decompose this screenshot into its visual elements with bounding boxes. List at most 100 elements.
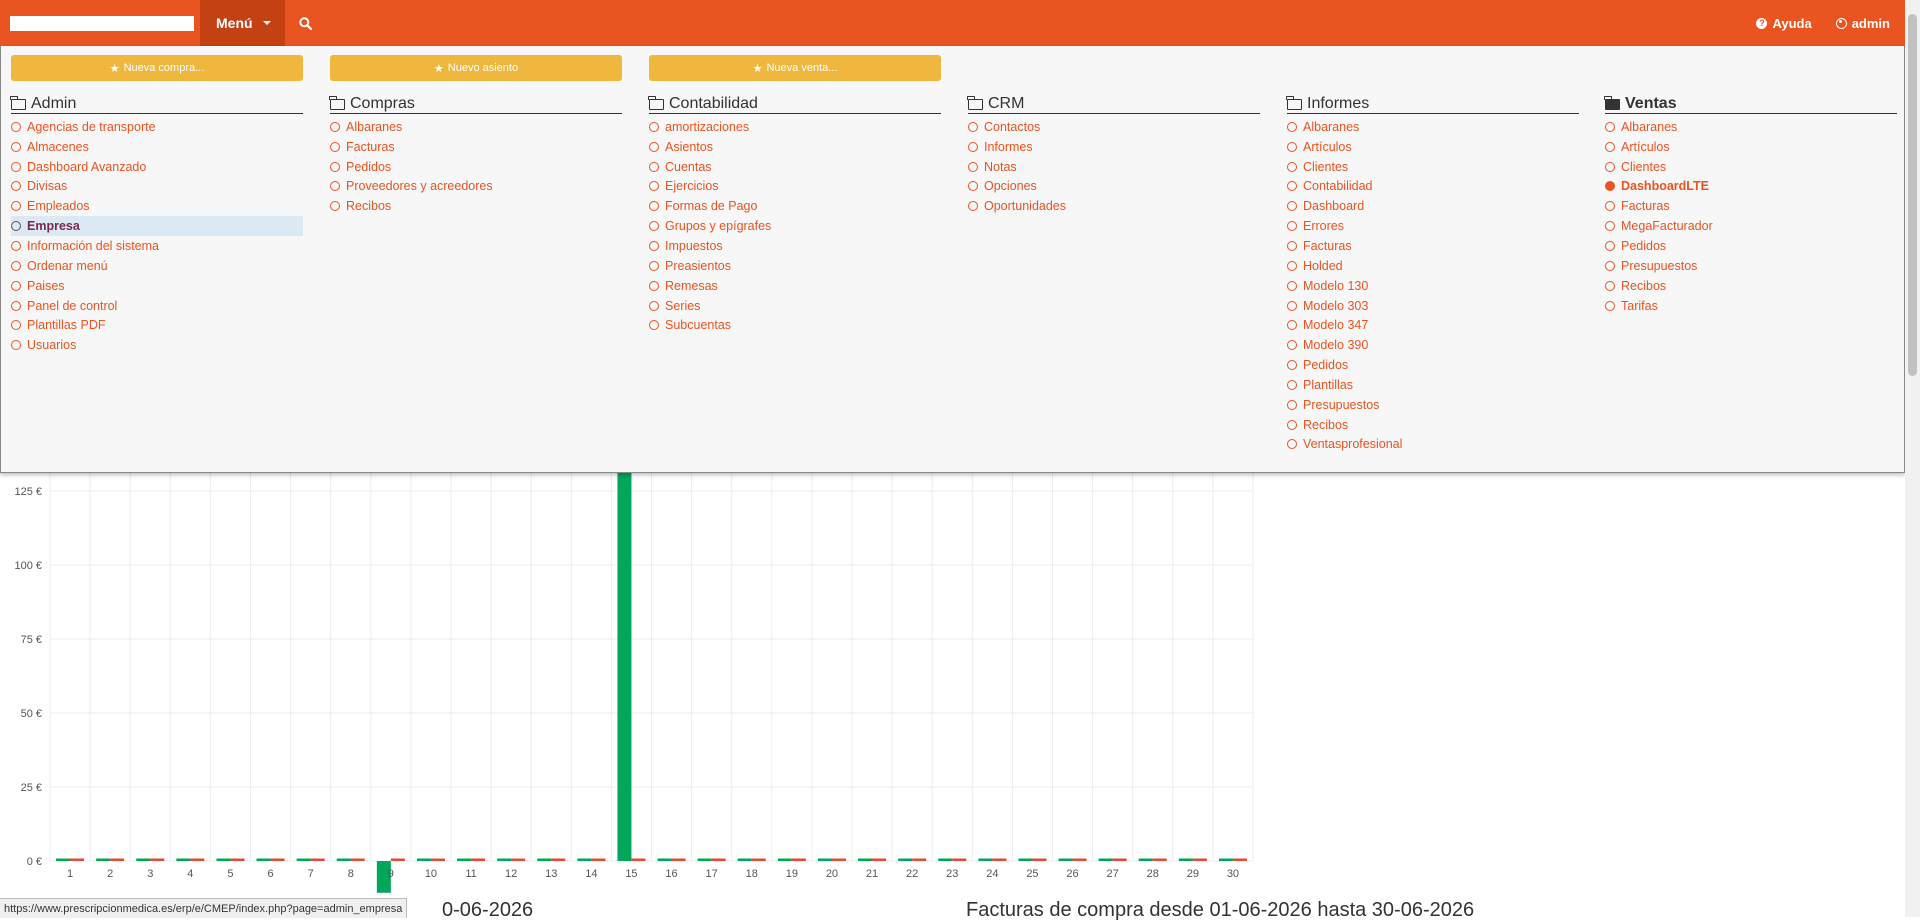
menu-item[interactable]: Informes bbox=[968, 137, 1260, 157]
menu-item[interactable]: Subcuentas bbox=[649, 315, 941, 335]
menu-item-label: Asientos bbox=[665, 139, 713, 154]
menu-item[interactable]: Paises bbox=[11, 276, 303, 296]
menu-item[interactable]: Remesas bbox=[649, 276, 941, 296]
search-button[interactable] bbox=[285, 0, 327, 46]
menu-item-label: Subcuentas bbox=[665, 318, 732, 333]
menu-item[interactable]: Albaranes bbox=[1605, 117, 1897, 137]
quick-action-button[interactable]: ★ Nueva venta... bbox=[649, 55, 941, 81]
menu-item[interactable]: Divisas bbox=[11, 177, 303, 197]
user-menu[interactable]: admin bbox=[1835, 16, 1890, 31]
menu-item-label: Oportunidades bbox=[984, 199, 1067, 214]
menu-item[interactable]: Series bbox=[649, 296, 941, 316]
menu-item[interactable]: Ventasprofesional bbox=[1287, 435, 1579, 455]
menu-column-header[interactable]: Informes bbox=[1286, 95, 1579, 114]
menu-column-header[interactable]: Compras bbox=[329, 95, 622, 114]
menu-item[interactable]: Plantillas PDF bbox=[11, 315, 303, 335]
menu-item[interactable]: Contabilidad bbox=[1287, 177, 1579, 197]
circle-icon bbox=[11, 260, 21, 271]
scrollbar-thumb[interactable] bbox=[1908, 14, 1917, 376]
circle-icon bbox=[1287, 161, 1297, 172]
menu-item[interactable]: Dashboard Avanzado bbox=[11, 157, 303, 177]
menu-item-label: Usuarios bbox=[27, 338, 77, 353]
menu-item[interactable]: Cuentas bbox=[649, 157, 941, 177]
bar bbox=[872, 858, 887, 861]
menu-item[interactable]: Información del sistema bbox=[11, 236, 303, 256]
circle-icon bbox=[11, 141, 21, 152]
menu-dropdown-button[interactable]: Menú bbox=[200, 0, 285, 46]
menu-item[interactable]: Clientes bbox=[1605, 157, 1897, 177]
menu-item[interactable]: Modelo 130 bbox=[1287, 276, 1579, 296]
menu-item[interactable]: Pedidos bbox=[1287, 355, 1579, 375]
menu-item[interactable]: Pedidos bbox=[1605, 236, 1897, 256]
top-navbar: Menú ? Ayuda admin bbox=[0, 0, 1920, 46]
quick-action-button[interactable]: ★ Nueva compra... bbox=[11, 55, 303, 81]
menu-item[interactable]: Modelo 303 bbox=[1287, 296, 1579, 316]
menu-item[interactable]: Facturas bbox=[330, 137, 622, 157]
help-link[interactable]: ? Ayuda bbox=[1756, 16, 1812, 31]
circle-icon bbox=[330, 121, 340, 132]
menu-item[interactable]: Tarifas bbox=[1605, 296, 1897, 316]
menu-item[interactable]: Ordenar menú bbox=[11, 256, 303, 276]
menu-item[interactable]: Ejercicios bbox=[649, 177, 941, 197]
menu-item[interactable]: Proveedores y acreedores bbox=[330, 177, 622, 197]
menu-item[interactable]: Opciones bbox=[968, 177, 1260, 197]
menu-item[interactable]: Holded bbox=[1287, 256, 1579, 276]
daily-bar-chart: 0 €25 €50 €75 €100 €125 €1 2 3 4 5 6 7 8 9 10 11 12… bbox=[14, 473, 1254, 893]
circle-icon bbox=[1605, 260, 1615, 271]
page-scrollbar[interactable] bbox=[1905, 0, 1920, 917]
menu-item-label: Grupos y epígrafes bbox=[665, 219, 772, 234]
menu-item[interactable]: Errores bbox=[1287, 216, 1579, 236]
menu-item-label: Albaranes bbox=[346, 119, 403, 134]
menu-column-header[interactable]: Contabilidad bbox=[648, 95, 941, 114]
x-tick-label: 25 bbox=[1026, 868, 1038, 880]
brand-logo[interactable] bbox=[0, 0, 200, 46]
bar bbox=[471, 858, 486, 861]
menu-item[interactable]: Impuestos bbox=[649, 236, 941, 256]
menu-item[interactable]: Modelo 390 bbox=[1287, 335, 1579, 355]
menu-item[interactable]: Artículos bbox=[1287, 137, 1579, 157]
menu-item[interactable]: Grupos y epígrafes bbox=[649, 216, 941, 236]
menu-item[interactable]: Modelo 347 bbox=[1287, 315, 1579, 335]
menu-item[interactable]: Facturas bbox=[1605, 196, 1897, 216]
menu-item[interactable]: Asientos bbox=[649, 137, 941, 157]
menu-item[interactable]: Presupuestos bbox=[1287, 395, 1579, 415]
menu-item[interactable]: Panel de control bbox=[11, 296, 303, 316]
menu-item[interactable]: Empleados bbox=[11, 196, 303, 216]
menu-item[interactable]: Albaranes bbox=[330, 117, 622, 137]
menu-item[interactable]: Almacenes bbox=[11, 137, 303, 157]
menu-item-label: Holded bbox=[1303, 258, 1343, 273]
menu-item[interactable]: Recibos bbox=[1605, 276, 1897, 296]
quick-action-button[interactable]: ★ Nuevo asiento bbox=[330, 55, 622, 81]
menu-item[interactable]: Artículos bbox=[1605, 137, 1897, 157]
menu-item[interactable]: Recibos bbox=[330, 196, 622, 216]
menu-item[interactable]: MegaFacturador bbox=[1605, 216, 1897, 236]
menu-item[interactable]: Agencias de transporte bbox=[11, 117, 303, 137]
menu-item-label: Series bbox=[665, 298, 701, 313]
menu-item[interactable]: Oportunidades bbox=[968, 196, 1260, 216]
menu-item[interactable]: Usuarios bbox=[11, 335, 303, 355]
menu-item[interactable]: Presupuestos bbox=[1605, 256, 1897, 276]
menu-item[interactable]: Dashboard bbox=[1287, 196, 1579, 216]
menu-item[interactable]: Preasientos bbox=[649, 256, 941, 276]
menu-item[interactable]: Albaranes bbox=[1287, 117, 1579, 137]
question-circle-icon: ? bbox=[1756, 17, 1768, 29]
caret-down-icon bbox=[262, 21, 271, 25]
menu-item[interactable]: Clientes bbox=[1287, 157, 1579, 177]
menu-item-label: Paises bbox=[27, 278, 65, 293]
menu-item[interactable]: Recibos bbox=[1287, 415, 1579, 435]
circle-icon bbox=[330, 201, 340, 212]
menu-item[interactable]: Empresa bbox=[11, 216, 303, 237]
menu-column-header[interactable]: Ventas bbox=[1604, 95, 1897, 114]
circle-icon bbox=[1605, 121, 1615, 132]
circle-icon bbox=[1287, 399, 1297, 410]
menu-item[interactable]: Contactos bbox=[968, 117, 1260, 137]
menu-item[interactable]: DashboardLTE bbox=[1605, 177, 1897, 197]
menu-item[interactable]: amortizaciones bbox=[649, 117, 941, 137]
menu-item[interactable]: Facturas bbox=[1287, 236, 1579, 256]
menu-item[interactable]: Notas bbox=[968, 157, 1260, 177]
menu-item[interactable]: Formas de Pago bbox=[649, 196, 941, 216]
menu-item[interactable]: Pedidos bbox=[330, 157, 622, 177]
menu-column-header[interactable]: CRM bbox=[967, 95, 1260, 114]
menu-column-header[interactable]: Admin bbox=[10, 95, 303, 114]
menu-item[interactable]: Plantillas bbox=[1287, 375, 1579, 395]
